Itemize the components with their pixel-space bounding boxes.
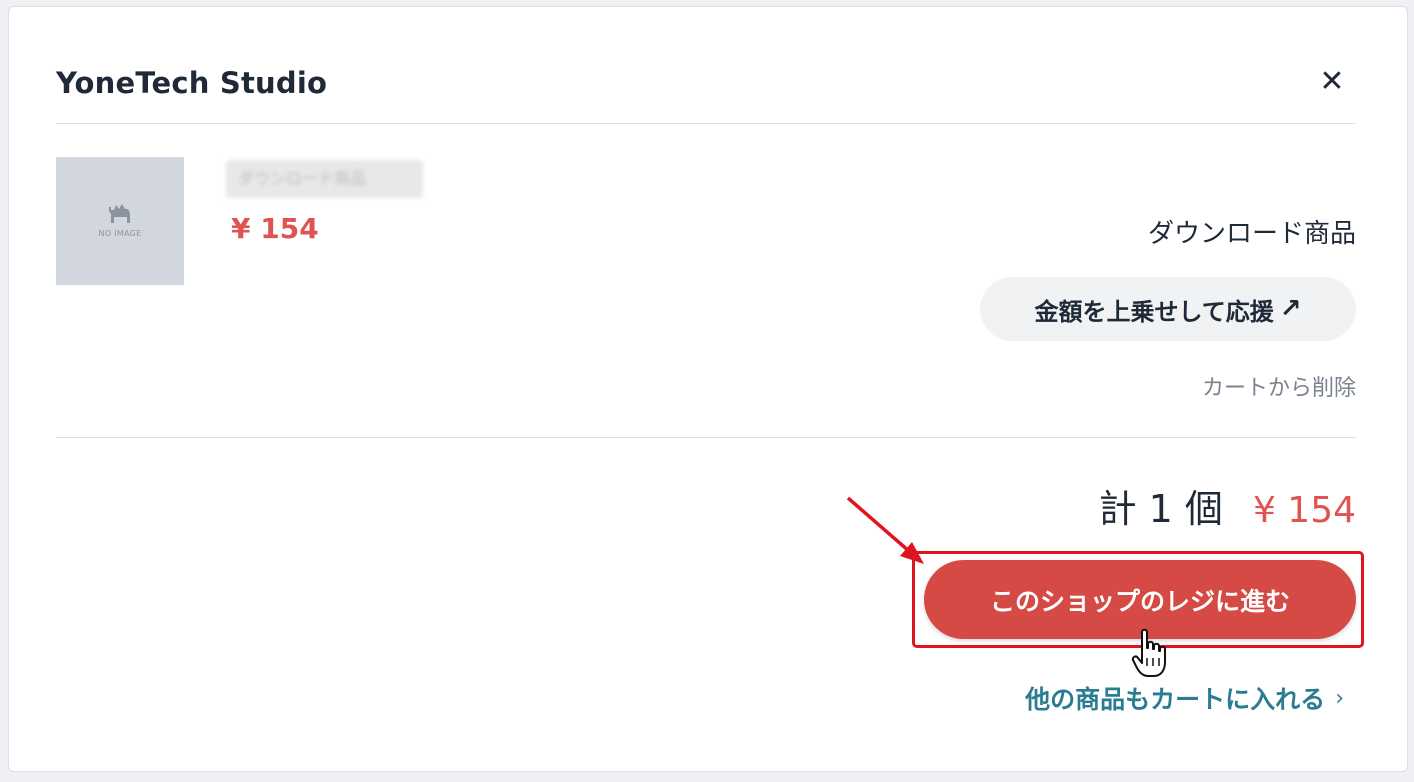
product-price: ¥ 154 — [231, 212, 319, 245]
product-type: ダウンロード商品 — [1147, 219, 1356, 249]
cart-total: 計 1 個 ¥ 154 — [1099, 478, 1356, 533]
product-thumbnail: NO IMAGE — [56, 157, 184, 285]
header-divider — [56, 123, 1356, 124]
remove-from-cart-link[interactable]: カートから削除 — [1202, 370, 1356, 402]
no-image-label: NO IMAGE — [98, 229, 142, 238]
chevron-right-icon: › — [1335, 685, 1344, 711]
total-count: 計 1 個 — [1098, 487, 1223, 531]
arrow-up-right-icon: ↗ — [1279, 294, 1302, 324]
product-name[interactable]: ダウンロード商品 — [226, 160, 423, 198]
close-icon[interactable]: ✕ — [1318, 67, 1346, 97]
support-button-label: 金額を上乗せして応援 — [1034, 297, 1274, 326]
shop-title: YoneTech Studio — [56, 66, 328, 100]
support-button[interactable]: 金額を上乗せして応援 ↗ — [980, 277, 1356, 341]
hand-cursor-icon — [1131, 628, 1166, 677]
camel-icon — [109, 204, 130, 223]
total-price: ¥ 154 — [1252, 490, 1356, 531]
continue-shopping-label: 他の商品もカートに入れる — [1025, 685, 1326, 714]
continue-shopping-link[interactable]: 他の商品もカートに入れる › — [1025, 680, 1344, 716]
cart-modal — [8, 6, 1408, 772]
summary-divider — [56, 437, 1356, 438]
